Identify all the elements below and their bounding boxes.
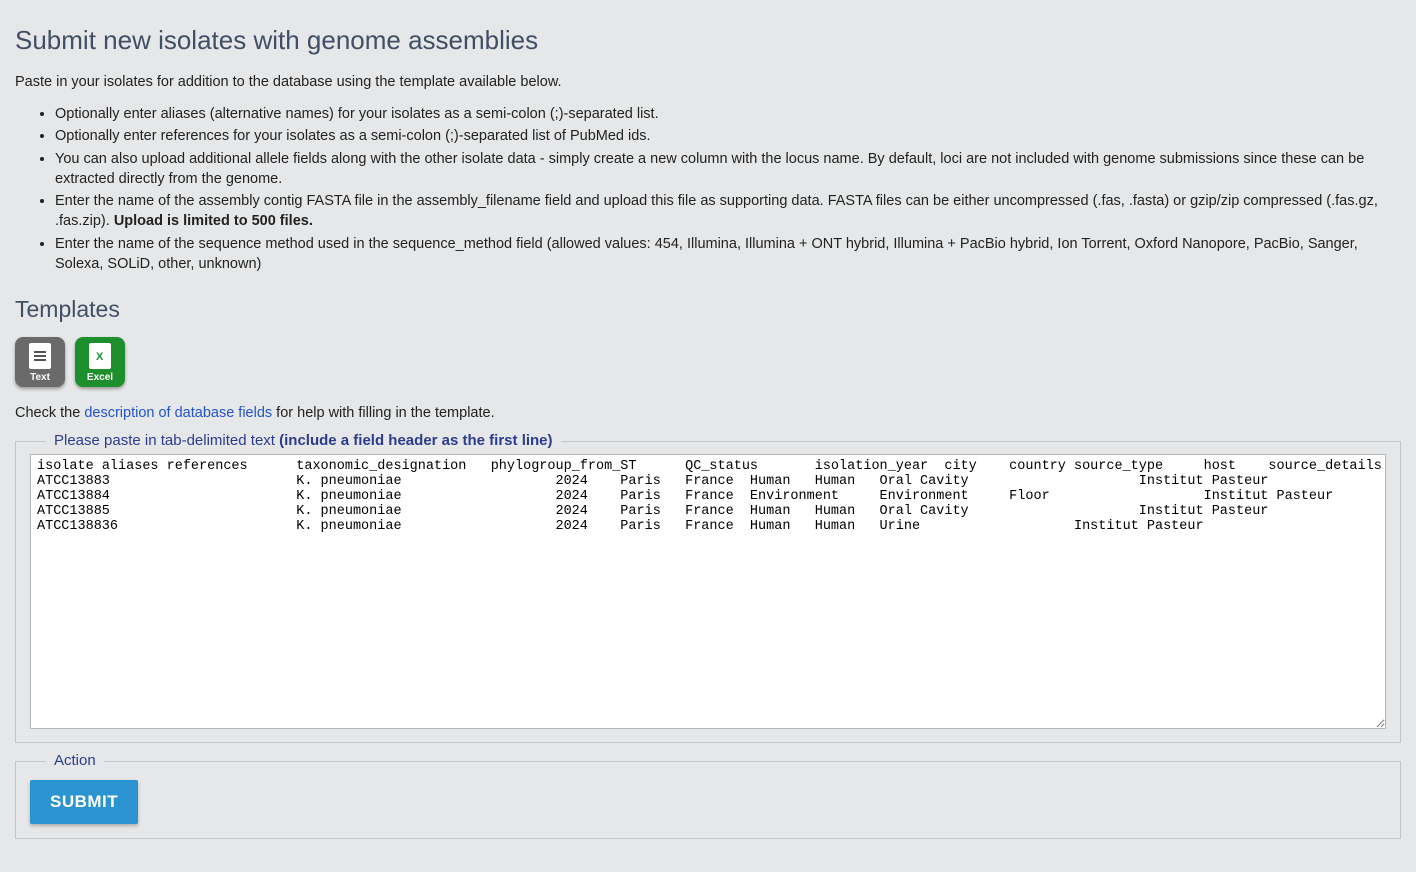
paste-legend-bold: (include a field header as the first lin…: [279, 432, 552, 449]
instruction-item: Optionally enter aliases (alternative na…: [55, 104, 1401, 124]
description-fields-link[interactable]: description of database fields: [84, 405, 272, 421]
help-suffix: for help with filling in the template.: [272, 405, 494, 421]
page-title: Submit new isolates with genome assembli…: [15, 25, 1401, 56]
instructions-list: Optionally enter aliases (alternative na…: [15, 104, 1401, 274]
instruction-item: Enter the name of the assembly contig FA…: [55, 191, 1401, 232]
svg-text:X: X: [96, 351, 104, 363]
submit-button[interactable]: SUBMIT: [30, 780, 138, 824]
paste-legend: Please paste in tab-delimited text (incl…: [46, 432, 561, 449]
instruction-item: Enter the name of the sequence method us…: [55, 234, 1401, 275]
instruction-item: You can also upload additional allele fi…: [55, 149, 1401, 190]
paste-fieldset: Please paste in tab-delimited text (incl…: [15, 441, 1401, 743]
text-template-button[interactable]: Text: [15, 337, 65, 387]
template-icons: Text X Excel: [15, 337, 1401, 387]
text-icon-label: Text: [30, 372, 50, 383]
help-line: Check the description of database fields…: [15, 405, 1401, 421]
excel-template-button[interactable]: X Excel: [75, 337, 125, 387]
action-legend: Action: [46, 752, 104, 769]
paste-textarea[interactable]: [30, 454, 1386, 729]
action-fieldset: Action SUBMIT: [15, 761, 1401, 839]
excel-icon-label: Excel: [87, 372, 113, 383]
intro-text: Paste in your isolates for addition to t…: [15, 74, 1401, 90]
templates-heading: Templates: [15, 296, 1401, 323]
help-prefix: Check the: [15, 405, 84, 421]
paste-legend-prefix: Please paste in tab-delimited text: [54, 432, 279, 449]
instruction-item: Optionally enter references for your iso…: [55, 126, 1401, 146]
